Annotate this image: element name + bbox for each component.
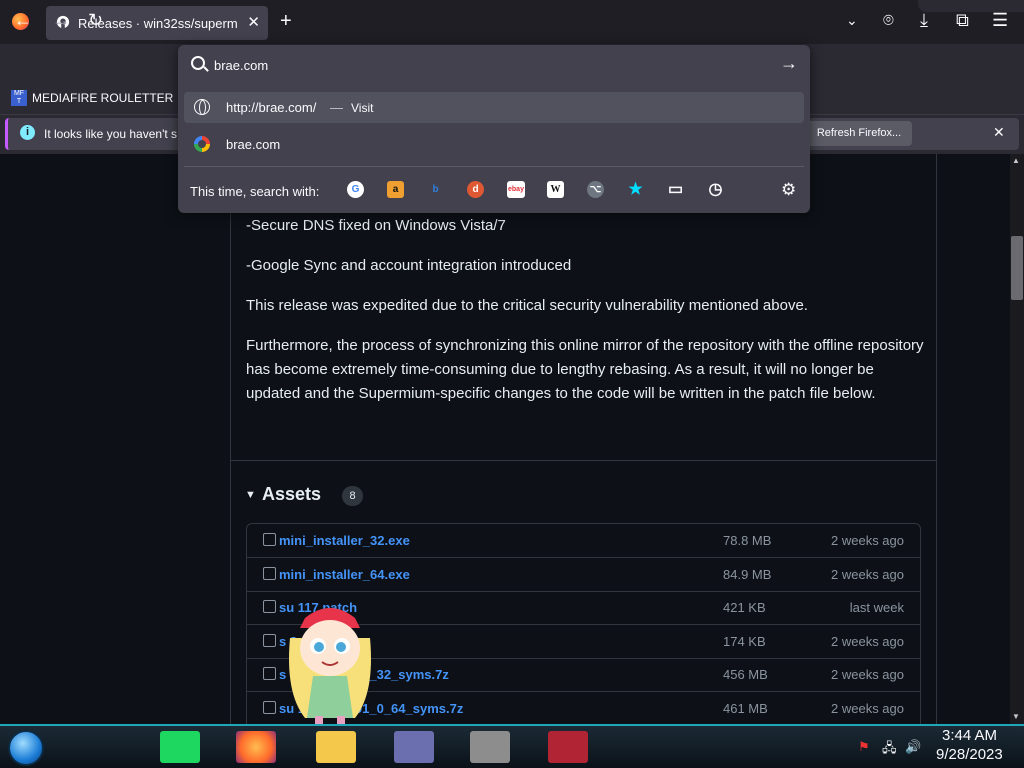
notification-text: It looks like you haven't s bbox=[44, 127, 178, 141]
asset-size: 461 MB bbox=[723, 701, 768, 716]
new-tab-button[interactable]: + bbox=[280, 10, 292, 33]
asset-size: 84.9 MB bbox=[723, 567, 772, 582]
desktop-mascot-image[interactable] bbox=[275, 598, 385, 728]
menu-icon[interactable]: ☰ bbox=[992, 10, 1008, 31]
google-icon bbox=[194, 136, 210, 152]
globe-icon bbox=[194, 99, 210, 115]
suggestion-separator: — bbox=[330, 100, 343, 115]
package-icon bbox=[263, 533, 276, 546]
address-bar-input[interactable] bbox=[214, 55, 734, 75]
release-note-paragraph: This release was expedited due to the cr… bbox=[246, 297, 808, 314]
forward-button[interactable]: → bbox=[52, 10, 70, 31]
asset-link[interactable]: mini_installer_64.exe bbox=[279, 567, 410, 582]
tabs-search-icon[interactable]: ▭ bbox=[667, 181, 684, 198]
mediafire-favicon-icon: MF T bbox=[11, 90, 27, 106]
asset-link[interactable]: mini_installer_32.exe bbox=[279, 533, 410, 548]
suggestion-search-row[interactable]: brae.com bbox=[226, 137, 280, 152]
search-icon bbox=[191, 56, 205, 70]
media-app-icon[interactable] bbox=[548, 731, 588, 763]
search-settings-icon[interactable]: ⚙ bbox=[781, 180, 796, 200]
firefox-taskbar-icon[interactable] bbox=[236, 731, 276, 763]
asset-row: mini_installer_64.exe 84.9 MB 2 weeks ag… bbox=[247, 558, 920, 592]
suggestion-url: http://brae.com/ bbox=[226, 100, 317, 115]
asset-size: 78.8 MB bbox=[723, 533, 772, 548]
search-divider bbox=[184, 166, 804, 167]
blocks-app-icon[interactable] bbox=[470, 731, 510, 763]
reload-button[interactable]: ↻ bbox=[88, 10, 103, 31]
scrollbar-thumb[interactable] bbox=[1011, 236, 1023, 300]
amazon-search-icon[interactable]: a bbox=[387, 181, 404, 198]
flag-icon[interactable]: ⚑ bbox=[858, 739, 870, 755]
clock-date[interactable]: 9/28/2023 bbox=[936, 746, 1003, 763]
divider bbox=[231, 460, 936, 461]
asset-date: 2 weeks ago bbox=[831, 701, 904, 716]
bookmark-mediafire-rouletter[interactable]: MEDIAFIRE ROULETTER bbox=[32, 91, 173, 105]
asset-date: 2 weeks ago bbox=[831, 533, 904, 548]
downloads-icon[interactable]: ⤓ bbox=[920, 10, 928, 31]
asset-size: 456 MB bbox=[723, 667, 768, 682]
release-note-paragraph: Furthermore, the process of synchronizin… bbox=[246, 337, 924, 402]
scroll-down-arrow-icon[interactable]: ▼ bbox=[1012, 712, 1020, 721]
asset-date: 2 weeks ago bbox=[831, 667, 904, 682]
back-button[interactable]: ← bbox=[14, 10, 32, 31]
github-search-icon[interactable]: ⌥ bbox=[587, 181, 604, 198]
extensions-icon[interactable]: ⧉ bbox=[956, 10, 969, 31]
history-search-icon[interactable]: ◷ bbox=[707, 181, 724, 198]
package-icon bbox=[263, 567, 276, 580]
asset-size: 421 KB bbox=[723, 600, 766, 615]
tab-releases[interactable]: Releases · win32ss/supermium ✕ bbox=[46, 6, 268, 40]
suggestion-action: Visit bbox=[351, 101, 374, 115]
assets-heading[interactable]: Assets bbox=[262, 484, 321, 505]
refresh-firefox-button[interactable]: Refresh Firefox... bbox=[806, 121, 912, 146]
file-explorer-icon[interactable] bbox=[316, 731, 356, 763]
assets-toggle-icon[interactable]: ▼ bbox=[245, 489, 256, 501]
wikipedia-search-icon[interactable]: W bbox=[547, 181, 564, 198]
list-all-tabs-button[interactable]: ⌄ bbox=[846, 12, 858, 29]
clock-time[interactable]: 3:44 AM bbox=[942, 727, 997, 744]
asset-row: mini_installer_32.exe 78.8 MB 2 weeks ag… bbox=[247, 524, 920, 558]
asset-date: 2 weeks ago bbox=[831, 634, 904, 649]
search-with-label: This time, search with: bbox=[190, 184, 320, 199]
assets-count-badge: 8 bbox=[342, 486, 363, 506]
pocket-icon[interactable]: ⌾ bbox=[883, 10, 894, 31]
ebay-search-icon[interactable]: ebay bbox=[507, 181, 525, 198]
bing-search-icon[interactable]: b bbox=[427, 181, 444, 198]
info-icon: i bbox=[20, 125, 35, 140]
release-note-line: -Secure DNS fixed on Windows Vista/7 bbox=[246, 217, 506, 234]
spotify-icon[interactable] bbox=[160, 731, 200, 763]
release-note-line: -Google Sync and account integration int… bbox=[246, 257, 572, 274]
taskbar bbox=[0, 724, 1024, 768]
asset-date: 2 weeks ago bbox=[831, 567, 904, 582]
volume-icon[interactable]: 🔊 bbox=[905, 739, 921, 755]
asset-date: last week bbox=[849, 600, 904, 615]
go-arrow-icon[interactable]: → bbox=[780, 53, 798, 74]
start-button[interactable] bbox=[8, 730, 44, 766]
asset-size: 174 KB bbox=[723, 634, 766, 649]
app-window-icon[interactable] bbox=[394, 731, 434, 763]
notification-close-icon[interactable]: ✕ bbox=[993, 124, 1005, 141]
bookmarks-search-icon[interactable]: ★ bbox=[627, 181, 644, 198]
duckduckgo-search-icon[interactable]: d bbox=[467, 181, 484, 198]
google-search-icon[interactable]: G bbox=[347, 181, 364, 198]
network-icon[interactable]: 🖧 bbox=[882, 739, 897, 761]
scroll-up-arrow-icon[interactable]: ▲ bbox=[1012, 156, 1020, 165]
tab-close-icon[interactable]: ✕ bbox=[247, 13, 260, 31]
